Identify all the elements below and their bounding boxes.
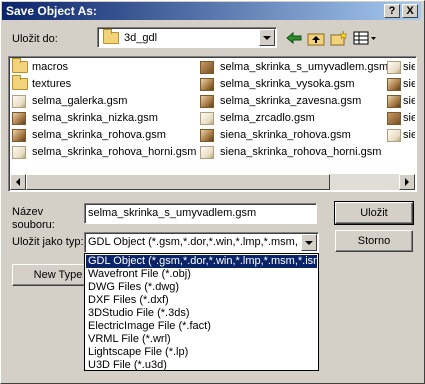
list-item[interactable]: sie xyxy=(387,59,415,75)
filetype-label: Uložit jako typ: xyxy=(12,236,84,248)
gsm-file-icon xyxy=(12,145,30,159)
list-item[interactable]: sie xyxy=(387,110,415,126)
dropdown-option[interactable]: DXF Files (*.dxf) xyxy=(86,294,317,307)
list-item[interactable]: selma_skrinka_zavesna.gsm xyxy=(200,93,361,109)
dropdown-option[interactable]: Wavefront File (*.obj) xyxy=(86,268,317,281)
filetype-value: GDL Object (*.gsm,*.dor,*.win,*.lmp,*.ms… xyxy=(88,236,298,248)
gsm-file-icon xyxy=(387,77,401,91)
list-item[interactable]: sie xyxy=(387,93,415,109)
location-dropdown-button[interactable] xyxy=(259,29,275,46)
folder-icon xyxy=(103,29,119,45)
folder-icon xyxy=(12,75,30,90)
gsm-file-icon xyxy=(200,111,218,125)
list-item[interactable]: selma_skrinka_rohova_horni.gsm xyxy=(12,144,196,160)
gsm-file-icon xyxy=(12,111,30,125)
list-item[interactable]: selma_skrinka_nizka.gsm xyxy=(12,110,158,126)
list-item[interactable]: selma_galerka.gsm xyxy=(12,93,127,109)
arrow-right-icon xyxy=(405,178,409,186)
filetype-dropdown-list[interactable]: GDL Object (*.gsm,*.dor,*.win,*.lmp,*.ms… xyxy=(84,253,319,371)
gsm-file-icon xyxy=(12,94,30,108)
list-item[interactable]: sie xyxy=(387,76,415,92)
filename-input[interactable]: selma_skrinka_s_umyvadlem.gsm xyxy=(84,203,317,224)
title-bar[interactable]: Save Object As: ? X xyxy=(2,2,421,20)
list-item[interactable]: sie xyxy=(387,127,415,143)
cancel-button[interactable]: Storno xyxy=(335,230,413,252)
gsm-file-icon xyxy=(12,128,30,142)
scroll-thumb[interactable] xyxy=(26,174,330,190)
scroll-left-button[interactable] xyxy=(10,174,26,190)
file-list[interactable]: macros textures selma_galerka.gsm selma_… xyxy=(8,56,417,192)
list-item[interactable]: selma_skrinka_vysoka.gsm xyxy=(200,76,355,92)
help-button[interactable]: ? xyxy=(384,4,400,18)
arrow-left-icon xyxy=(16,178,20,186)
gsm-file-icon xyxy=(200,145,218,159)
filename-label-line1: Název xyxy=(12,206,44,218)
list-item[interactable]: textures xyxy=(12,75,71,92)
filename-value: selma_skrinka_s_umyvadlem.gsm xyxy=(88,207,257,219)
gsm-file-icon xyxy=(387,94,401,108)
gsm-file-icon xyxy=(387,111,401,125)
list-item[interactable]: selma_skrinka_s_umyvadlem.gsm xyxy=(200,59,388,75)
scroll-right-button[interactable] xyxy=(399,174,415,190)
filetype-select[interactable]: GDL Object (*.gsm,*.dor,*.win,*.lmp,*.ms… xyxy=(84,232,319,253)
dropdown-option[interactable]: Lightscape File (*.lp) xyxy=(86,346,317,359)
gsm-file-icon xyxy=(387,128,401,142)
dropdown-option[interactable]: 3DStudio File (*.3ds) xyxy=(86,307,317,320)
view-menu-icon[interactable] xyxy=(352,29,378,47)
horizontal-scrollbar[interactable] xyxy=(10,174,415,190)
new-folder-icon[interactable] xyxy=(329,29,349,47)
filename-label-line2: souboru: xyxy=(12,219,55,231)
folder-icon xyxy=(12,58,30,73)
location-label: Uložit do: xyxy=(12,33,58,45)
gsm-file-icon xyxy=(200,60,218,74)
gsm-file-icon xyxy=(387,60,401,74)
close-button[interactable]: X xyxy=(402,4,418,18)
dropdown-option[interactable]: VRML File (*.wrl) xyxy=(86,333,317,346)
chevron-down-icon xyxy=(263,35,271,40)
gsm-file-icon xyxy=(200,128,218,142)
location-combo[interactable]: 3d_gdl xyxy=(97,27,277,48)
save-button[interactable]: Uložit xyxy=(334,201,414,225)
dropdown-option[interactable]: GDL Object (*.gsm,*.dor,*.win,*.lmp,*.ms… xyxy=(86,255,317,268)
list-item[interactable]: selma_skrinka_rohova.gsm xyxy=(12,127,166,143)
back-arrow-icon[interactable] xyxy=(284,29,304,47)
gsm-file-icon xyxy=(200,77,218,91)
filetype-dropdown-button[interactable] xyxy=(301,234,317,251)
location-value: 3d_gdl xyxy=(124,32,158,44)
list-item[interactable]: siena_skrinka_rohova_horni.gsm xyxy=(200,144,381,160)
list-item[interactable]: siena_skrinka_rohova.gsm xyxy=(200,127,351,143)
list-item[interactable]: macros xyxy=(12,58,68,75)
window-title: Save Object As: xyxy=(6,4,97,18)
gsm-file-icon xyxy=(200,94,218,108)
up-folder-icon[interactable] xyxy=(306,29,326,47)
dropdown-option[interactable]: ElectricImage File (*.fact) xyxy=(86,320,317,333)
dropdown-option[interactable]: U3D File (*.u3d) xyxy=(86,359,317,372)
chevron-down-icon xyxy=(305,240,313,245)
list-item[interactable]: selma_zrcadlo.gsm xyxy=(200,110,315,126)
dropdown-option[interactable]: DWG Files (*.dwg) xyxy=(86,281,317,294)
